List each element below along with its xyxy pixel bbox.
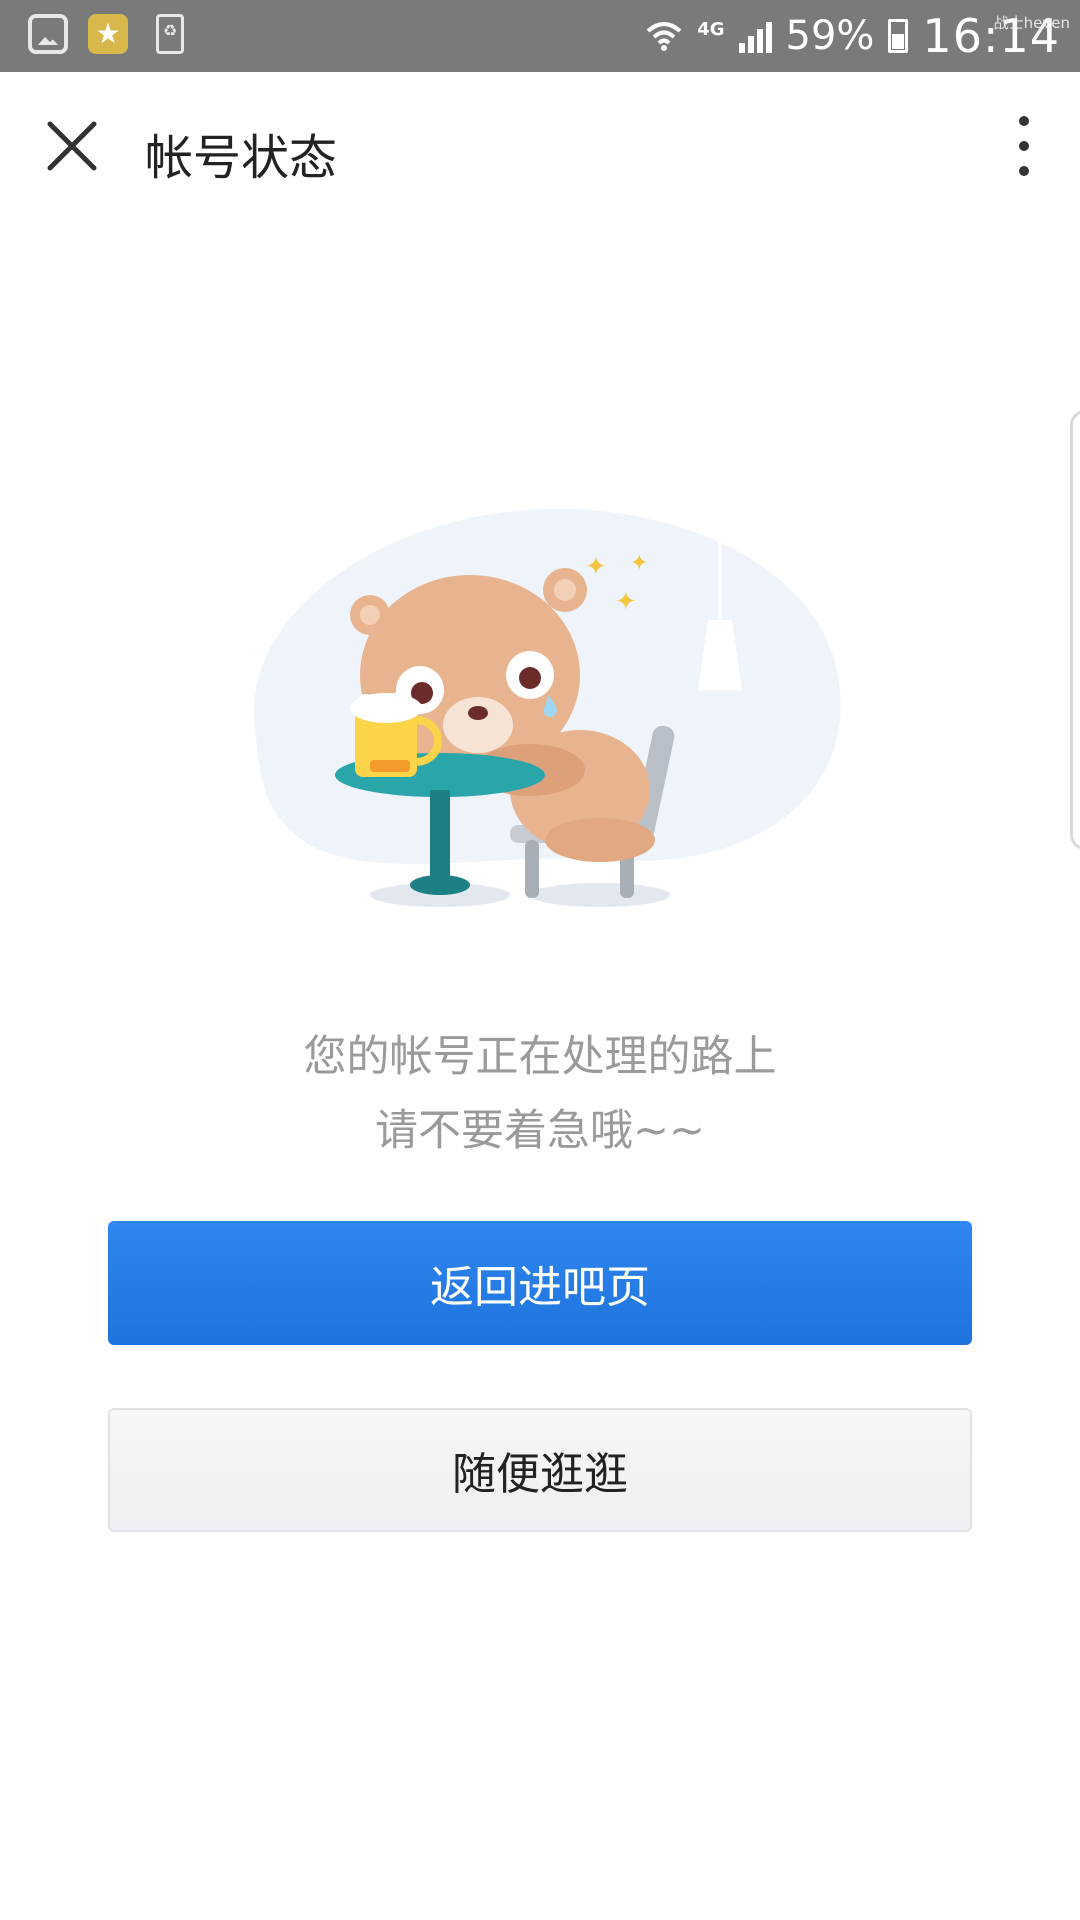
battery-icon: [888, 19, 909, 53]
page-title: 帐号状态: [145, 130, 338, 186]
svg-text:✦: ✦: [630, 551, 648, 576]
more-vertical-icon[interactable]: [1008, 116, 1040, 176]
gallery-icon: [28, 14, 68, 54]
return-bar-button[interactable]: 返回进吧页: [108, 1221, 972, 1345]
bear-illustration: ✦ ✦ ✦: [230, 500, 850, 930]
watermark: 战士heven: [993, 14, 1070, 32]
status-bar: 4G 59% 16:14 战士heven: [0, 0, 1080, 72]
signal-icon: [738, 19, 772, 53]
edge-panel-handle[interactable]: [1070, 410, 1080, 850]
status-message-line-1: 您的帐号正在处理的路上: [303, 1032, 777, 1082]
network-type: 4G: [697, 18, 725, 40]
status-left-icons: [28, 14, 184, 54]
battery-saver-icon: [156, 14, 184, 54]
browse-button[interactable]: 随便逛逛: [108, 1408, 972, 1532]
status-message-line-2: 请不要着急哦~~: [374, 1106, 706, 1156]
svg-text:✦: ✦: [585, 552, 607, 582]
wifi-icon: [645, 17, 683, 55]
close-icon[interactable]: [44, 118, 100, 174]
page: 4G 59% 16:14 战士heven 帐号状态: [0, 0, 1080, 1920]
app-header: 帐号状态: [0, 72, 1080, 222]
battery-percent: 59%: [785, 13, 875, 59]
qq-icon: [88, 14, 128, 54]
svg-text:✦: ✦: [615, 587, 637, 617]
